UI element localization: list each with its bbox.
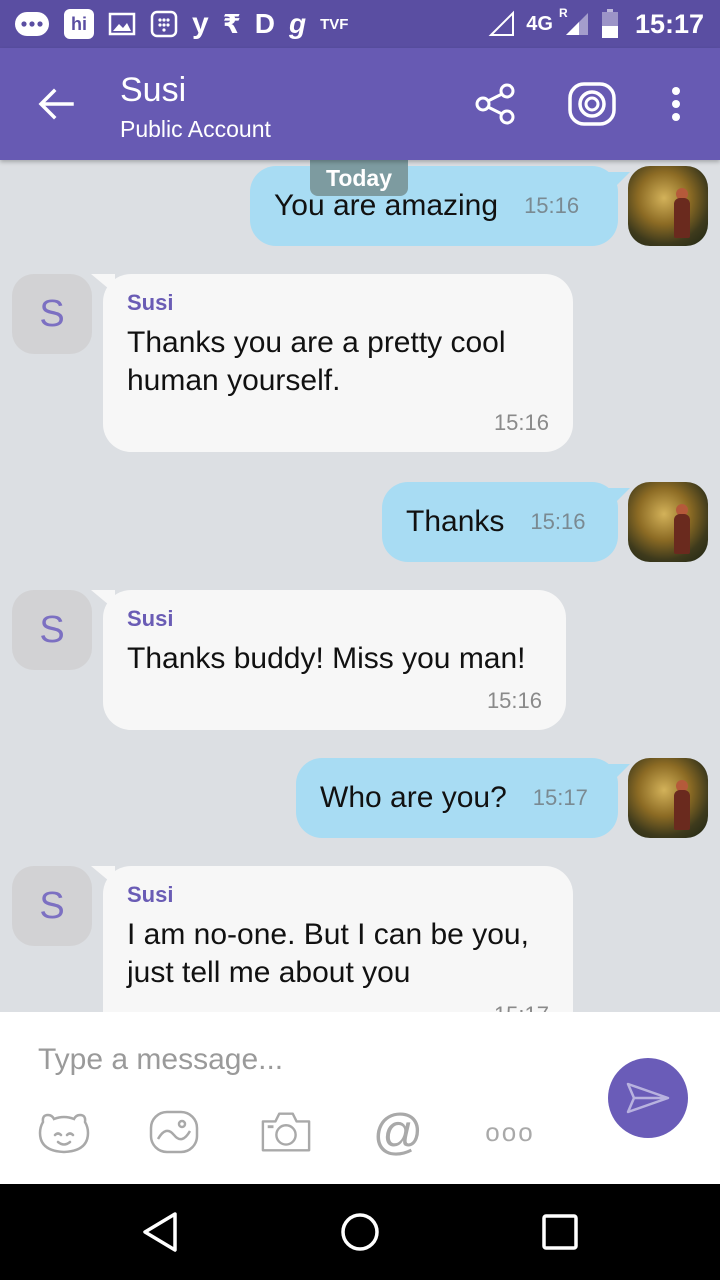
camera-icon[interactable] xyxy=(260,1108,312,1156)
susi-avatar[interactable]: S xyxy=(12,866,92,946)
sender-name: Susi xyxy=(127,290,174,315)
g-app-icon: g xyxy=(289,8,307,39)
send-icon xyxy=(626,1082,670,1114)
message-time: 15:16 xyxy=(493,410,549,435)
incoming-message[interactable]: Susi Thanks buddy! Miss you man! 15:16 xyxy=(91,590,566,730)
share-button[interactable] xyxy=(468,76,524,132)
signal-icon: R xyxy=(559,6,591,38)
overflow-menu-button[interactable] xyxy=(648,76,704,132)
share-icon xyxy=(475,83,515,125)
message-text: I am no-one. But I can be you, just tell… xyxy=(127,918,529,989)
composer: @ ooo xyxy=(0,1012,720,1184)
yatra-icon: y xyxy=(192,7,209,40)
more-horizontal-icon[interactable]: ooo xyxy=(484,1108,536,1156)
more-vertical-icon xyxy=(672,87,680,121)
susi-avatar[interactable]: S xyxy=(12,274,92,354)
gallery-icon xyxy=(108,12,136,36)
back-triangle-icon xyxy=(143,1212,177,1252)
viber-logo-icon xyxy=(568,82,616,126)
status-bar: hi y ₹ D g TVF 4G R 15:17 xyxy=(0,0,720,48)
message-time: 15:17 xyxy=(494,1002,549,1012)
send-button[interactable] xyxy=(608,1058,688,1138)
back-button[interactable] xyxy=(28,76,84,132)
nav-home-button[interactable] xyxy=(332,1204,388,1260)
message-text: Thanks xyxy=(406,505,505,538)
paytm-icon: ₹ xyxy=(222,8,241,39)
message-time: 15:16 xyxy=(530,509,586,534)
susi-avatar[interactable]: S xyxy=(12,590,92,670)
recents-square-icon xyxy=(542,1214,578,1250)
user-avatar[interactable] xyxy=(628,758,708,838)
message-text: Who are you? xyxy=(320,781,507,814)
signal-empty-icon xyxy=(488,10,516,38)
tvf-icon: TVF xyxy=(320,15,349,33)
sticker-icon[interactable] xyxy=(38,1108,90,1156)
date-separator: Today xyxy=(310,160,408,196)
clock: 15:17 xyxy=(634,8,704,39)
home-circle-icon xyxy=(341,1213,379,1251)
sender-name: Susi xyxy=(127,606,174,631)
sender-name: Susi xyxy=(127,882,174,907)
hike-label: hi xyxy=(71,13,87,34)
chat-title: Susi xyxy=(120,71,187,109)
message-time: 15:16 xyxy=(524,193,580,218)
chat-header: Susi Public Account xyxy=(0,48,720,160)
outgoing-message[interactable]: Thanks 15:16 xyxy=(382,482,618,562)
battery-icon xyxy=(601,9,619,39)
message-text: Thanks buddy! Miss you man! xyxy=(127,642,526,675)
network-type: 4G xyxy=(526,12,553,35)
incoming-message[interactable]: Susi I am no-one. But I can be you, just… xyxy=(91,866,573,1012)
viber-out-button[interactable] xyxy=(564,76,620,132)
message-input[interactable] xyxy=(38,1038,578,1082)
nav-back-button[interactable] xyxy=(132,1204,188,1260)
system-nav-bar xyxy=(0,1184,720,1280)
message-text: Thanks you are a pretty cool human yours… xyxy=(127,326,506,397)
outgoing-message[interactable]: You are amazing 15:16 xyxy=(250,166,618,246)
user-avatar[interactable] xyxy=(628,482,708,562)
user-avatar[interactable] xyxy=(628,166,708,246)
message-time: 15:17 xyxy=(532,785,588,810)
message-time: 15:16 xyxy=(486,688,542,713)
chat-title-block[interactable]: Susi Public Account xyxy=(120,70,271,144)
nav-recents-button[interactable] xyxy=(532,1204,588,1260)
at-icon[interactable]: @ xyxy=(372,1104,424,1160)
chat-dots-icon xyxy=(14,11,50,37)
doodle-icon[interactable] xyxy=(148,1108,200,1156)
calculator-icon xyxy=(150,10,178,38)
chat-subtitle: Public Account xyxy=(120,116,271,142)
roaming-label: R xyxy=(558,6,568,20)
hike-icon: hi xyxy=(64,9,94,39)
arrow-left-icon xyxy=(38,88,74,120)
outgoing-message[interactable]: Who are you? 15:17 xyxy=(296,758,618,838)
message-list[interactable]: Today You are amazing 15:16 S Susi Thank… xyxy=(0,160,720,1012)
incoming-message[interactable]: Susi Thanks you are a pretty cool human … xyxy=(91,274,573,452)
d-app-icon: D xyxy=(254,8,276,39)
